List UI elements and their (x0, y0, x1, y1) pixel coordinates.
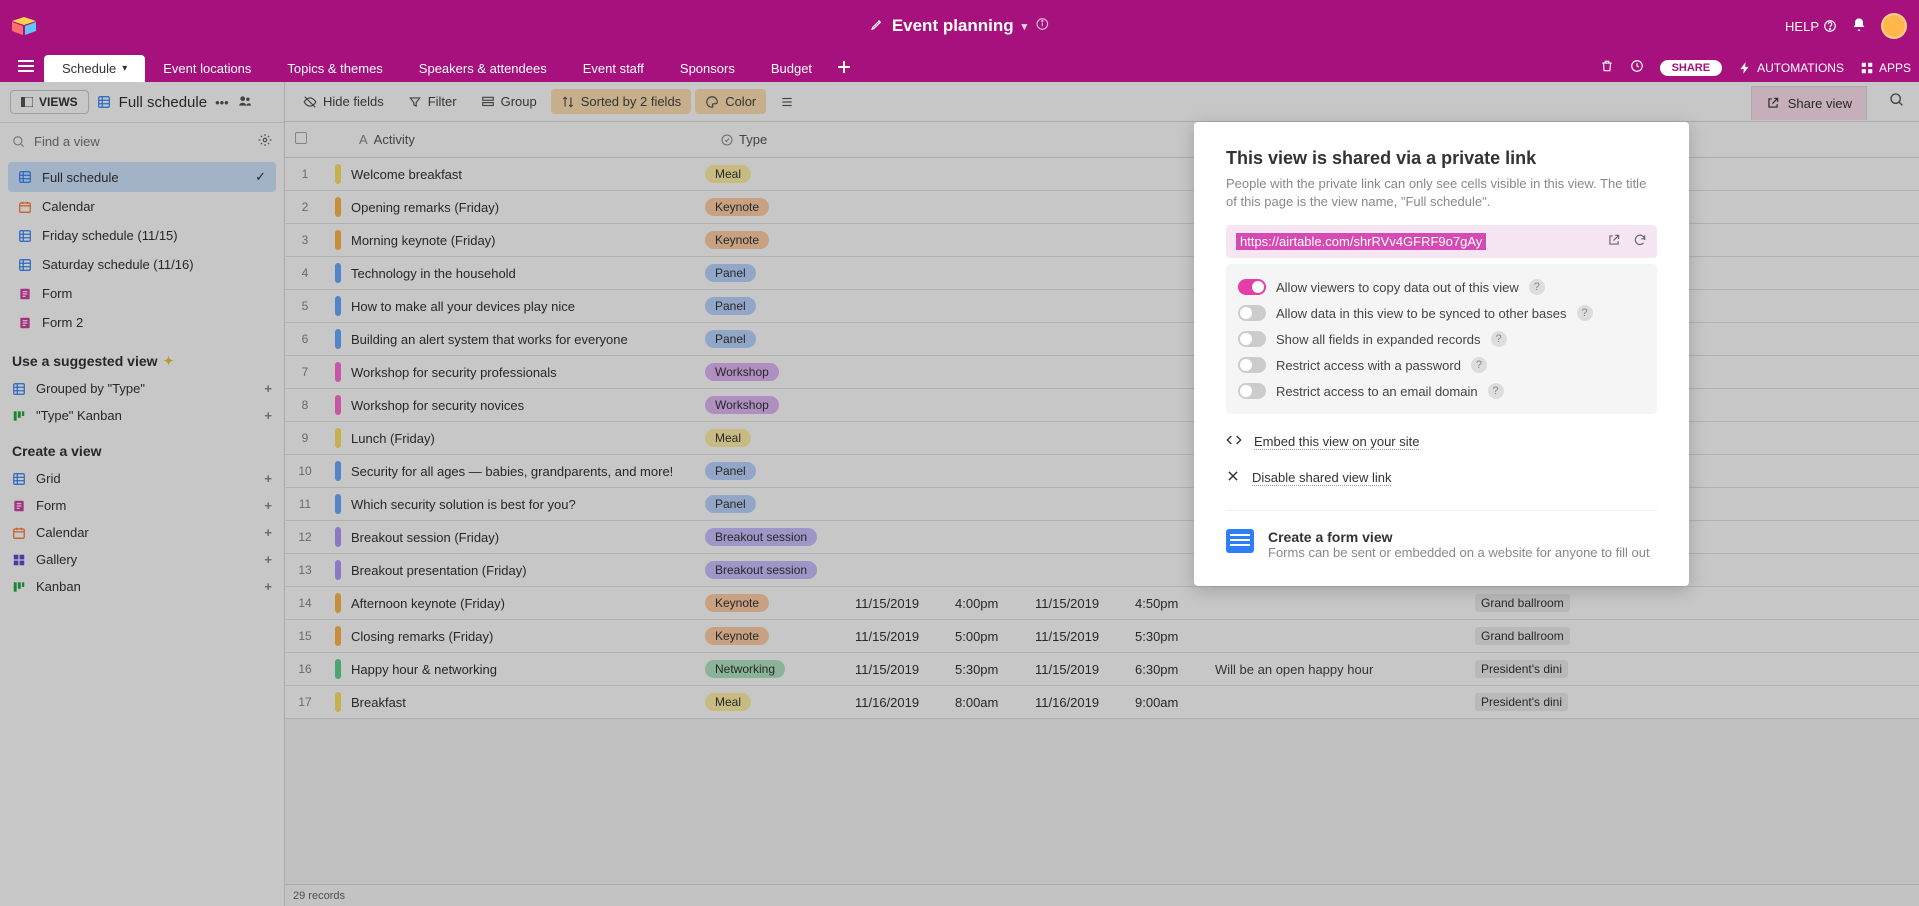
base-title[interactable]: Event planning (892, 16, 1014, 36)
help-icon[interactable]: ? (1491, 331, 1507, 347)
table-tab[interactable]: Budget (753, 55, 830, 82)
help-icon[interactable]: ? (1488, 383, 1504, 399)
embed-view-link[interactable]: Embed this view on your site (1254, 434, 1419, 450)
help-icon[interactable]: ? (1471, 357, 1487, 373)
help-icon[interactable]: ? (1577, 305, 1593, 321)
add-table-button[interactable] (830, 56, 858, 82)
share-url[interactable]: https://airtable.com/shrRVv4GFRF9o7gAy (1236, 233, 1486, 250)
option-label: Restrict access with a password (1276, 358, 1461, 373)
share-view-popover: This view is shared via a private link P… (1194, 122, 1689, 586)
toggle-switch[interactable] (1238, 331, 1266, 347)
airtable-logo-icon[interactable] (12, 17, 36, 35)
automations-link[interactable]: AUTOMATIONS (1738, 61, 1844, 75)
table-tab[interactable]: Sponsors (662, 55, 753, 82)
help-link[interactable]: HELP (1785, 19, 1837, 34)
share-option-row: Restrict access to an email domain? (1238, 378, 1645, 404)
share-link-box[interactable]: https://airtable.com/shrRVv4GFRF9o7gAy (1226, 225, 1657, 258)
share-base-button[interactable]: SHARE (1660, 60, 1723, 76)
disable-share-link[interactable]: Disable shared view link (1252, 470, 1391, 486)
toggle-switch[interactable] (1238, 305, 1266, 321)
share-option-row: Restrict access with a password? (1238, 352, 1645, 378)
toggle-switch[interactable] (1238, 357, 1266, 373)
share-option-row: Show all fields in expanded records? (1238, 326, 1645, 352)
toggle-switch[interactable] (1238, 279, 1266, 295)
option-label: Allow data in this view to be synced to … (1276, 306, 1567, 321)
user-avatar[interactable] (1881, 13, 1907, 39)
chevron-down-icon[interactable]: ▾ (122, 63, 127, 74)
form-promo-desc: Forms can be sent or embedded on a websi… (1268, 545, 1650, 560)
share-popover-title: This view is shared via a private link (1226, 148, 1657, 169)
app-header: Event planning ▾ HELP (0, 0, 1919, 52)
info-icon[interactable] (1035, 16, 1049, 36)
table-tab[interactable]: Topics & themes (269, 55, 400, 82)
share-popover-description: People with the private link can only se… (1226, 175, 1657, 211)
help-label: HELP (1785, 19, 1819, 34)
form-promo-title: Create a form view (1268, 529, 1650, 545)
table-tab[interactable]: Event locations (145, 55, 269, 82)
option-label: Allow viewers to copy data out of this v… (1276, 280, 1519, 295)
bell-icon[interactable] (1851, 17, 1867, 36)
table-tab[interactable]: Speakers & attendees (401, 55, 565, 82)
pencil-icon[interactable] (870, 16, 884, 36)
share-option-row: Allow data in this view to be synced to … (1238, 300, 1645, 326)
help-icon[interactable]: ? (1529, 279, 1545, 295)
share-option-row: Allow viewers to copy data out of this v… (1238, 274, 1645, 300)
trash-icon[interactable] (1600, 59, 1614, 76)
embed-icon (1226, 432, 1242, 451)
modal-overlay[interactable] (0, 82, 285, 906)
table-tab[interactable]: Schedule▾ (44, 55, 145, 82)
table-tab[interactable]: Event staff (565, 55, 662, 82)
history-icon[interactable] (1630, 59, 1644, 76)
toggle-switch[interactable] (1238, 383, 1266, 399)
form-icon (1226, 529, 1254, 553)
apps-link[interactable]: APPS (1860, 61, 1911, 75)
open-link-icon[interactable] (1607, 233, 1621, 250)
create-form-promo[interactable]: Create a form view Forms can be sent or … (1226, 510, 1657, 560)
tables-tab-bar: Schedule▾Event locationsTopics & themesS… (0, 52, 1919, 82)
close-icon (1226, 469, 1240, 486)
hamburger-icon[interactable] (8, 53, 44, 82)
refresh-link-icon[interactable] (1633, 233, 1647, 250)
option-label: Restrict access to an email domain (1276, 384, 1478, 399)
option-label: Show all fields in expanded records (1276, 332, 1481, 347)
chevron-down-icon[interactable]: ▾ (1022, 20, 1028, 33)
